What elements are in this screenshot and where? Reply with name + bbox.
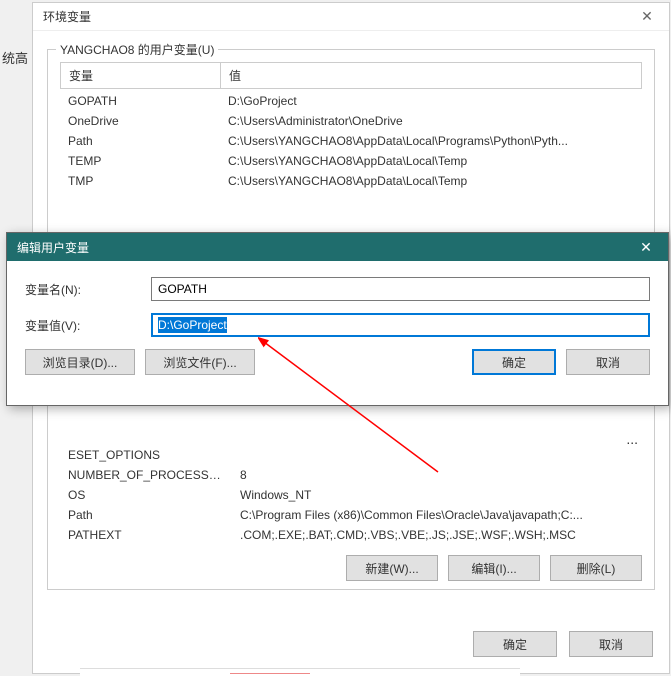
background-text-fragment: 统高: [2, 48, 28, 67]
browse-file-button[interactable]: 浏览文件(F)...: [145, 349, 255, 375]
modal-titlebar: 编辑用户变量 ✕: [7, 233, 668, 261]
bottom-fragment: [80, 668, 520, 676]
var-cell: ESET_OPTIONS: [60, 447, 232, 463]
system-var-table: ESET_OPTIONS NUMBER_OF_PROCESSORS 8 OS W…: [60, 443, 642, 545]
val-cell: C:\Users\YANGCHAO8\AppData\Local\Temp: [220, 173, 642, 189]
delete-button[interactable]: 删除(L): [550, 555, 642, 581]
val-cell: C:\Users\Administrator\OneDrive: [220, 113, 642, 129]
user-var-table: 变量 值 GOPATH D:\GoProject OneDrive C:\Use…: [60, 62, 642, 191]
table-row[interactable]: TEMP C:\Users\YANGCHAO8\AppData\Local\Te…: [60, 151, 642, 171]
modal-button-row: 浏览目录(D)... 浏览文件(F)... 确定 取消: [25, 349, 650, 375]
table-row[interactable]: PATHEXT .COM;.EXE;.BAT;.CMD;.VBS;.VBE;.J…: [60, 525, 642, 545]
table-header: 变量 值: [60, 62, 642, 89]
table-row[interactable]: GOPATH D:\GoProject: [60, 91, 642, 111]
ok-button[interactable]: 确定: [472, 349, 556, 375]
val-cell: [232, 447, 642, 463]
value-label: 变量值(V):: [25, 317, 151, 334]
browse-dir-button[interactable]: 浏览目录(D)...: [25, 349, 135, 375]
val-cell: C:\Program Files (x86)\Common Files\Orac…: [232, 507, 642, 523]
user-group-legend: YANGCHAO8 的用户变量(U): [56, 41, 218, 58]
close-icon[interactable]: ✕: [625, 3, 669, 31]
name-row: 变量名(N):: [25, 277, 650, 301]
var-cell: GOPATH: [60, 93, 220, 109]
val-cell: .COM;.EXE;.BAT;.CMD;.VBS;.VBE;.JS;.JSE;.…: [232, 527, 642, 543]
ok-button[interactable]: 确定: [473, 631, 557, 657]
edit-user-variable-dialog: 编辑用户变量 ✕ 变量名(N): 变量值(V): D:\GoProject 浏览…: [6, 232, 669, 406]
close-icon[interactable]: ✕: [624, 233, 668, 261]
col-var-header[interactable]: 变量: [61, 63, 221, 89]
val-cell: D:\GoProject: [220, 93, 642, 109]
system-table-body: ESET_OPTIONS NUMBER_OF_PROCESSORS 8 OS W…: [60, 443, 642, 545]
bottom-red-line: [230, 673, 310, 674]
modal-body: 变量名(N): 变量值(V): D:\GoProject 浏览目录(D)... …: [7, 261, 668, 387]
window-title: 环境变量: [43, 8, 91, 25]
table-row[interactable]: Path C:\Program Files (x86)\Common Files…: [60, 505, 642, 525]
cancel-button[interactable]: 取消: [566, 349, 650, 375]
val-cell: C:\Users\YANGCHAO8\AppData\Local\Temp: [220, 153, 642, 169]
val-cell: Windows_NT: [232, 487, 642, 503]
table-row[interactable]: NUMBER_OF_PROCESSORS 8: [60, 465, 642, 485]
titlebar: 环境变量 ✕: [33, 3, 669, 31]
var-cell: PATHEXT: [60, 527, 232, 543]
selected-value-text: D:\GoProject: [158, 317, 227, 333]
val-cell: C:\Users\YANGCHAO8\AppData\Local\Program…: [220, 133, 642, 149]
table-row[interactable]: Path C:\Users\YANGCHAO8\AppData\Local\Pr…: [60, 131, 642, 151]
var-cell: Path: [60, 507, 232, 523]
table-row[interactable]: OS Windows_NT: [60, 485, 642, 505]
var-cell: OneDrive: [60, 113, 220, 129]
system-button-row: 新建(W)... 编辑(I)... 删除(L): [48, 545, 654, 581]
table-row[interactable]: TMP C:\Users\YANGCHAO8\AppData\Local\Tem…: [60, 171, 642, 191]
table-row[interactable]: OneDrive C:\Users\Administrator\OneDrive: [60, 111, 642, 131]
edit-button[interactable]: 编辑(I)...: [448, 555, 540, 581]
var-cell: OS: [60, 487, 232, 503]
cancel-button[interactable]: 取消: [569, 631, 653, 657]
modal-title: 编辑用户变量: [17, 239, 89, 256]
val-cell: 8: [232, 467, 642, 483]
var-cell: NUMBER_OF_PROCESSORS: [60, 467, 232, 483]
var-cell: Path: [60, 133, 220, 149]
variable-value-input[interactable]: D:\GoProject: [151, 313, 650, 337]
var-cell: TEMP: [60, 153, 220, 169]
col-val-header[interactable]: 值: [221, 63, 642, 89]
var-cell: TMP: [60, 173, 220, 189]
table-row[interactable]: ESET_OPTIONS: [60, 445, 642, 465]
value-row: 变量值(V): D:\GoProject: [25, 313, 650, 337]
outer-bottom-buttons: 确定 取消: [473, 631, 653, 657]
name-label: 变量名(N):: [25, 281, 151, 298]
variable-name-input[interactable]: [151, 277, 650, 301]
new-button[interactable]: 新建(W)...: [346, 555, 438, 581]
user-table-body: GOPATH D:\GoProject OneDrive C:\Users\Ad…: [60, 89, 642, 191]
